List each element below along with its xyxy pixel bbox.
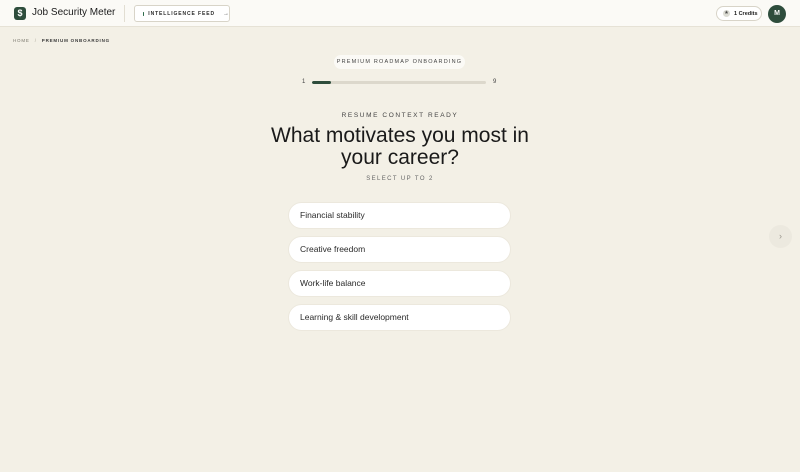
avatar[interactable]: M (768, 5, 786, 23)
selection-hint: SELECT UP TO 2 (366, 176, 434, 182)
progress-bar-fill (312, 81, 332, 84)
next-step-button[interactable]: › (769, 225, 792, 248)
breadcrumb-separator: / (34, 38, 37, 43)
context-status-label: RESUME CONTEXT READY (341, 112, 459, 119)
progress-current-step: 1 (302, 79, 306, 85)
credits-icon: ★ (723, 10, 730, 17)
breadcrumb: HOME / PREMIUM ONBOARDING (13, 38, 110, 43)
header-divider (124, 5, 125, 22)
option-creative-freedom[interactable]: Creative freedom (288, 236, 511, 263)
intelligence-feed-label: INTELLIGENCE FEED (148, 10, 215, 17)
breadcrumb-current: PREMIUM ONBOARDING (41, 38, 110, 43)
top-header: $ Job Security Meter INTELLIGENCE FEED →… (0, 0, 800, 27)
credits-label: 1 Credits (734, 10, 758, 17)
onboarding-section-pill: PREMIUM ROADMAP ONBOARDING (334, 55, 465, 69)
app-title[interactable]: Job Security Meter (32, 7, 115, 18)
option-financial-stability[interactable]: Financial stability (288, 202, 511, 229)
dollar-logo-icon[interactable]: $ (14, 7, 26, 20)
progress-bar (312, 81, 486, 84)
chevron-right-icon: › (779, 231, 782, 241)
option-work-life-balance[interactable]: Work-life balance (288, 270, 511, 297)
arrow-right-icon: → (223, 10, 229, 17)
question-heading: What motivates you most in your career? (271, 124, 529, 169)
intelligence-feed-button[interactable]: INTELLIGENCE FEED → (134, 5, 230, 22)
progress-total-steps: 9 (493, 79, 497, 85)
breadcrumb-home-link[interactable]: HOME (13, 38, 30, 43)
option-learning-skill-development[interactable]: Learning & skill development (288, 304, 511, 331)
credits-button[interactable]: ★ 1 Credits (716, 6, 762, 21)
